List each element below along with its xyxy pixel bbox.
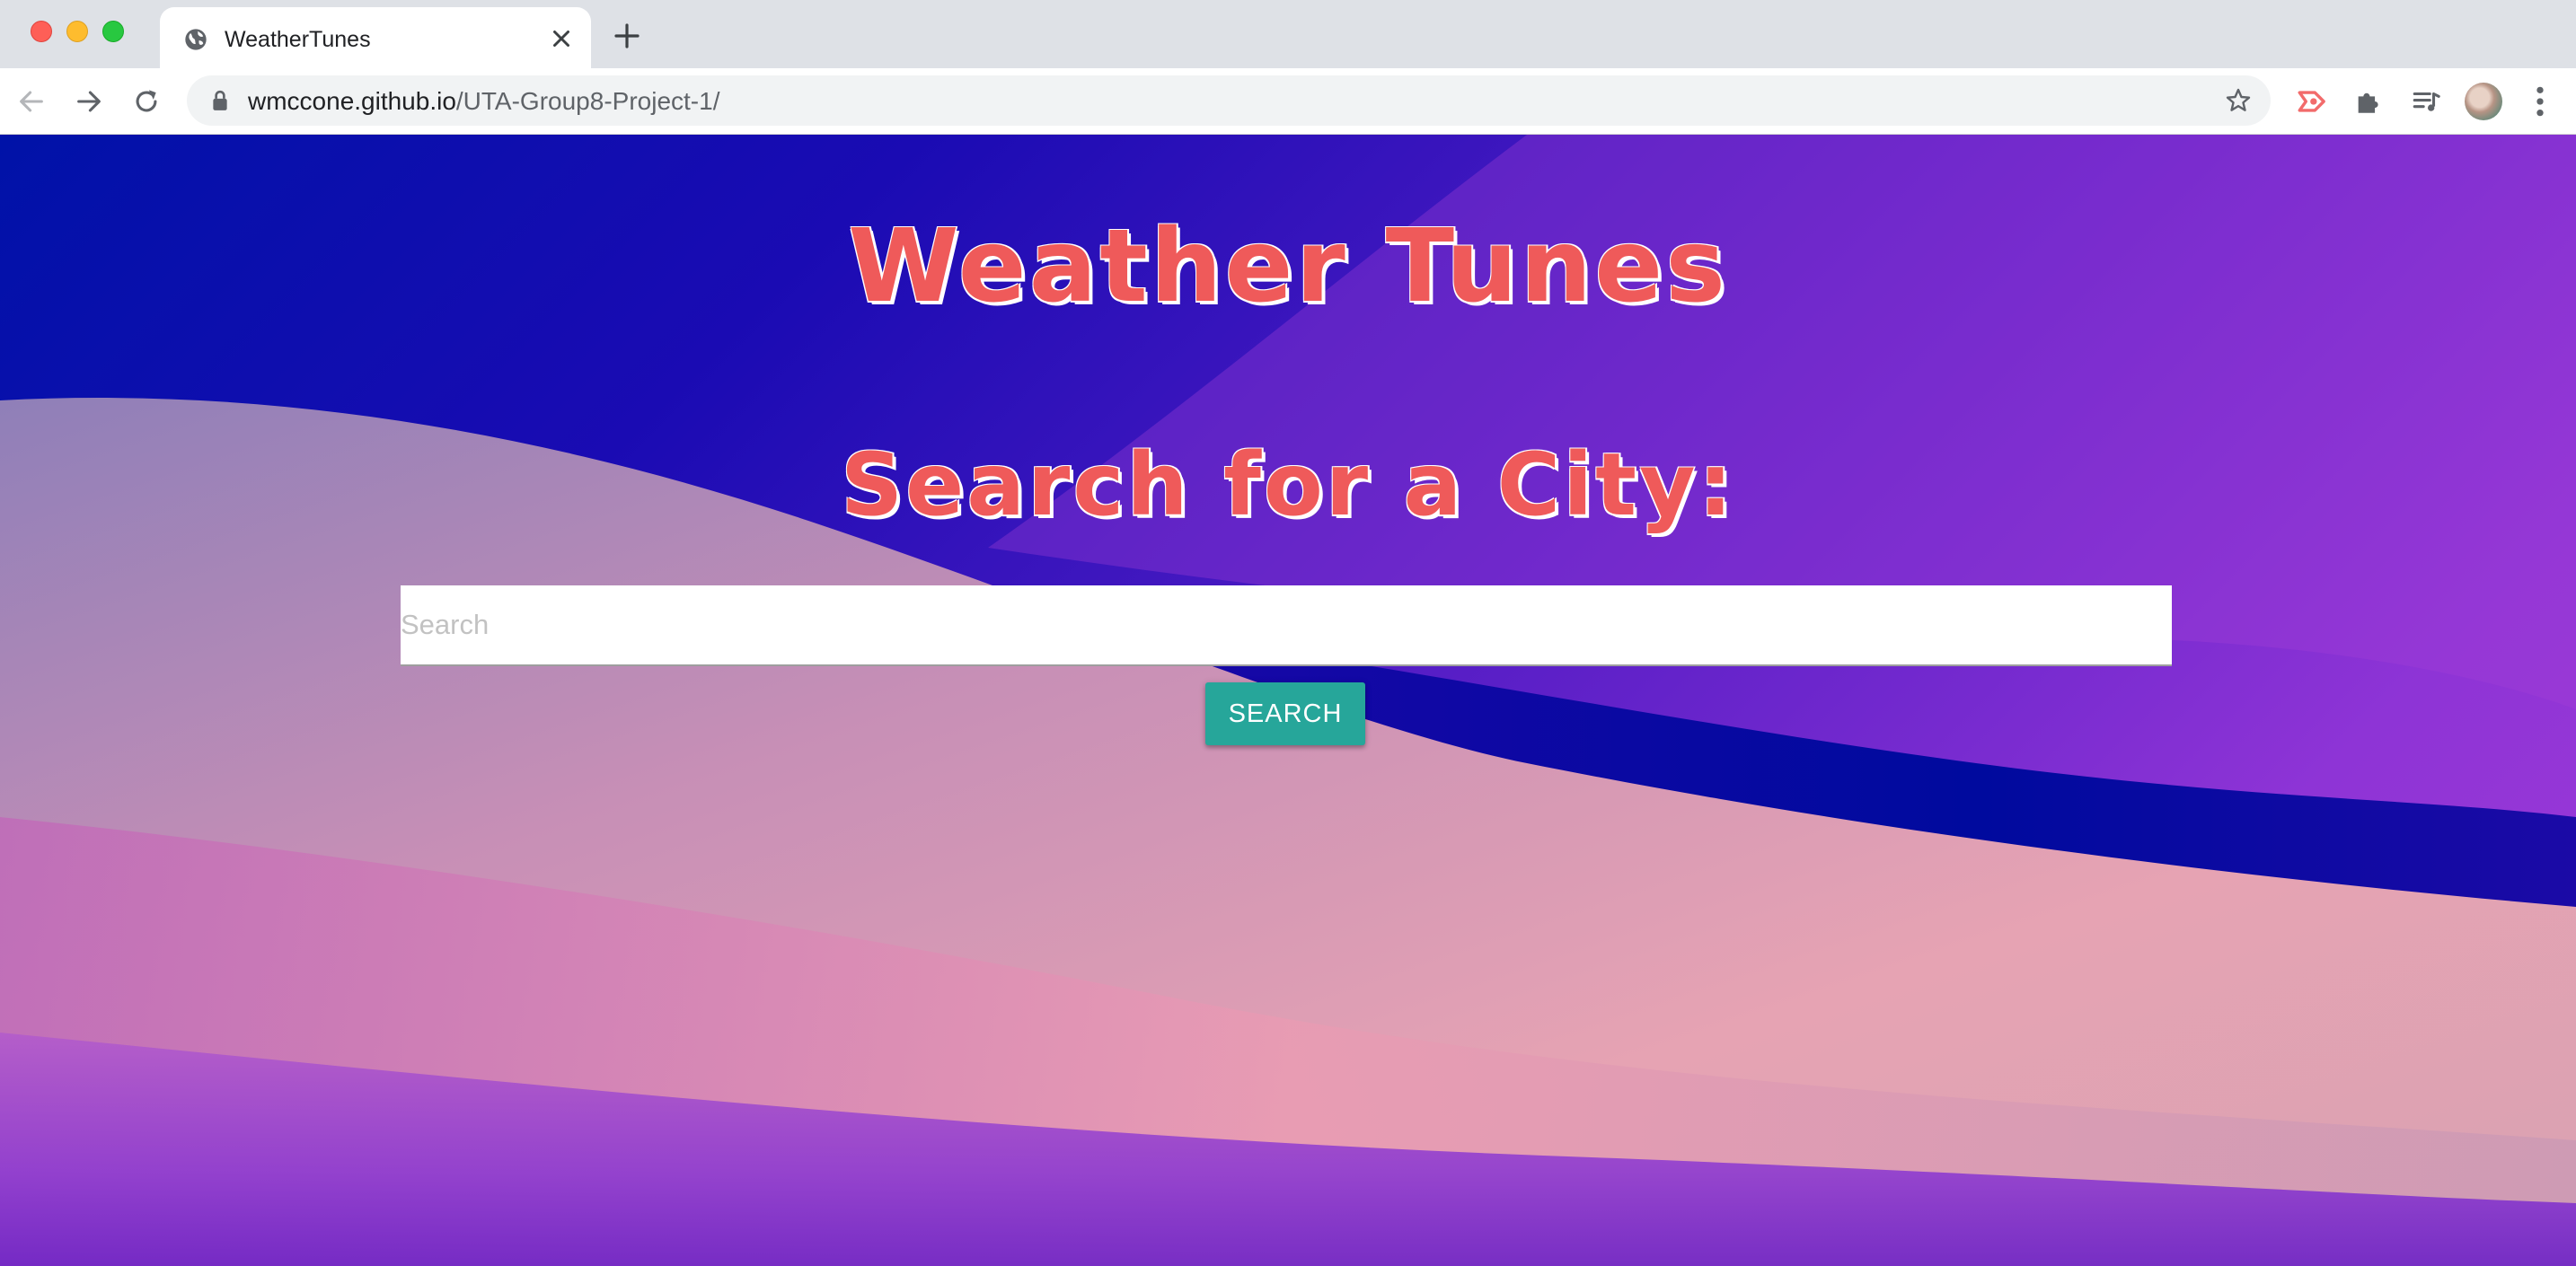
lock-icon[interactable] [210, 90, 230, 111]
page-title: Weather Tunes [848, 208, 1728, 325]
window-close-button[interactable] [31, 21, 52, 42]
globe-icon [185, 29, 207, 50]
url-path: /UTA-Group8-Project-1/ [455, 87, 720, 115]
page-viewport: Weather Tunes Search for a City: SEARCH [0, 135, 2576, 1266]
star-icon[interactable] [2224, 86, 2253, 115]
puzzle-extension-icon[interactable] [2353, 86, 2384, 117]
search-input[interactable] [401, 585, 2172, 666]
address-bar[interactable]: wmccone.github.io/UTA-Group8-Project-1/ [187, 75, 2271, 126]
plus-icon[interactable] [613, 22, 641, 50]
reload-icon[interactable] [131, 86, 162, 117]
window-minimize-button[interactable] [66, 21, 88, 42]
menu-dots-icon[interactable] [2529, 84, 2551, 119]
cast-extension-icon[interactable] [2296, 86, 2326, 117]
url-text[interactable]: wmccone.github.io/UTA-Group8-Project-1/ [248, 87, 719, 116]
window-zoom-button[interactable] [102, 21, 124, 42]
search-button[interactable]: SEARCH [1205, 682, 1365, 745]
avatar[interactable] [2465, 83, 2502, 120]
media-control-icon[interactable] [2411, 86, 2441, 117]
browser-toolbar: wmccone.github.io/UTA-Group8-Project-1/ [0, 68, 2576, 135]
tab-title: WeatherTunes [225, 27, 371, 52]
close-icon[interactable] [548, 25, 575, 52]
forward-icon[interactable] [74, 86, 104, 117]
browser-tabstrip: WeatherTunes [0, 0, 2576, 68]
search-heading: Search for a City: [841, 435, 1735, 535]
browser-tab[interactable]: WeatherTunes [160, 7, 591, 68]
url-host: wmccone.github.io [248, 87, 456, 115]
back-icon[interactable] [16, 86, 47, 117]
